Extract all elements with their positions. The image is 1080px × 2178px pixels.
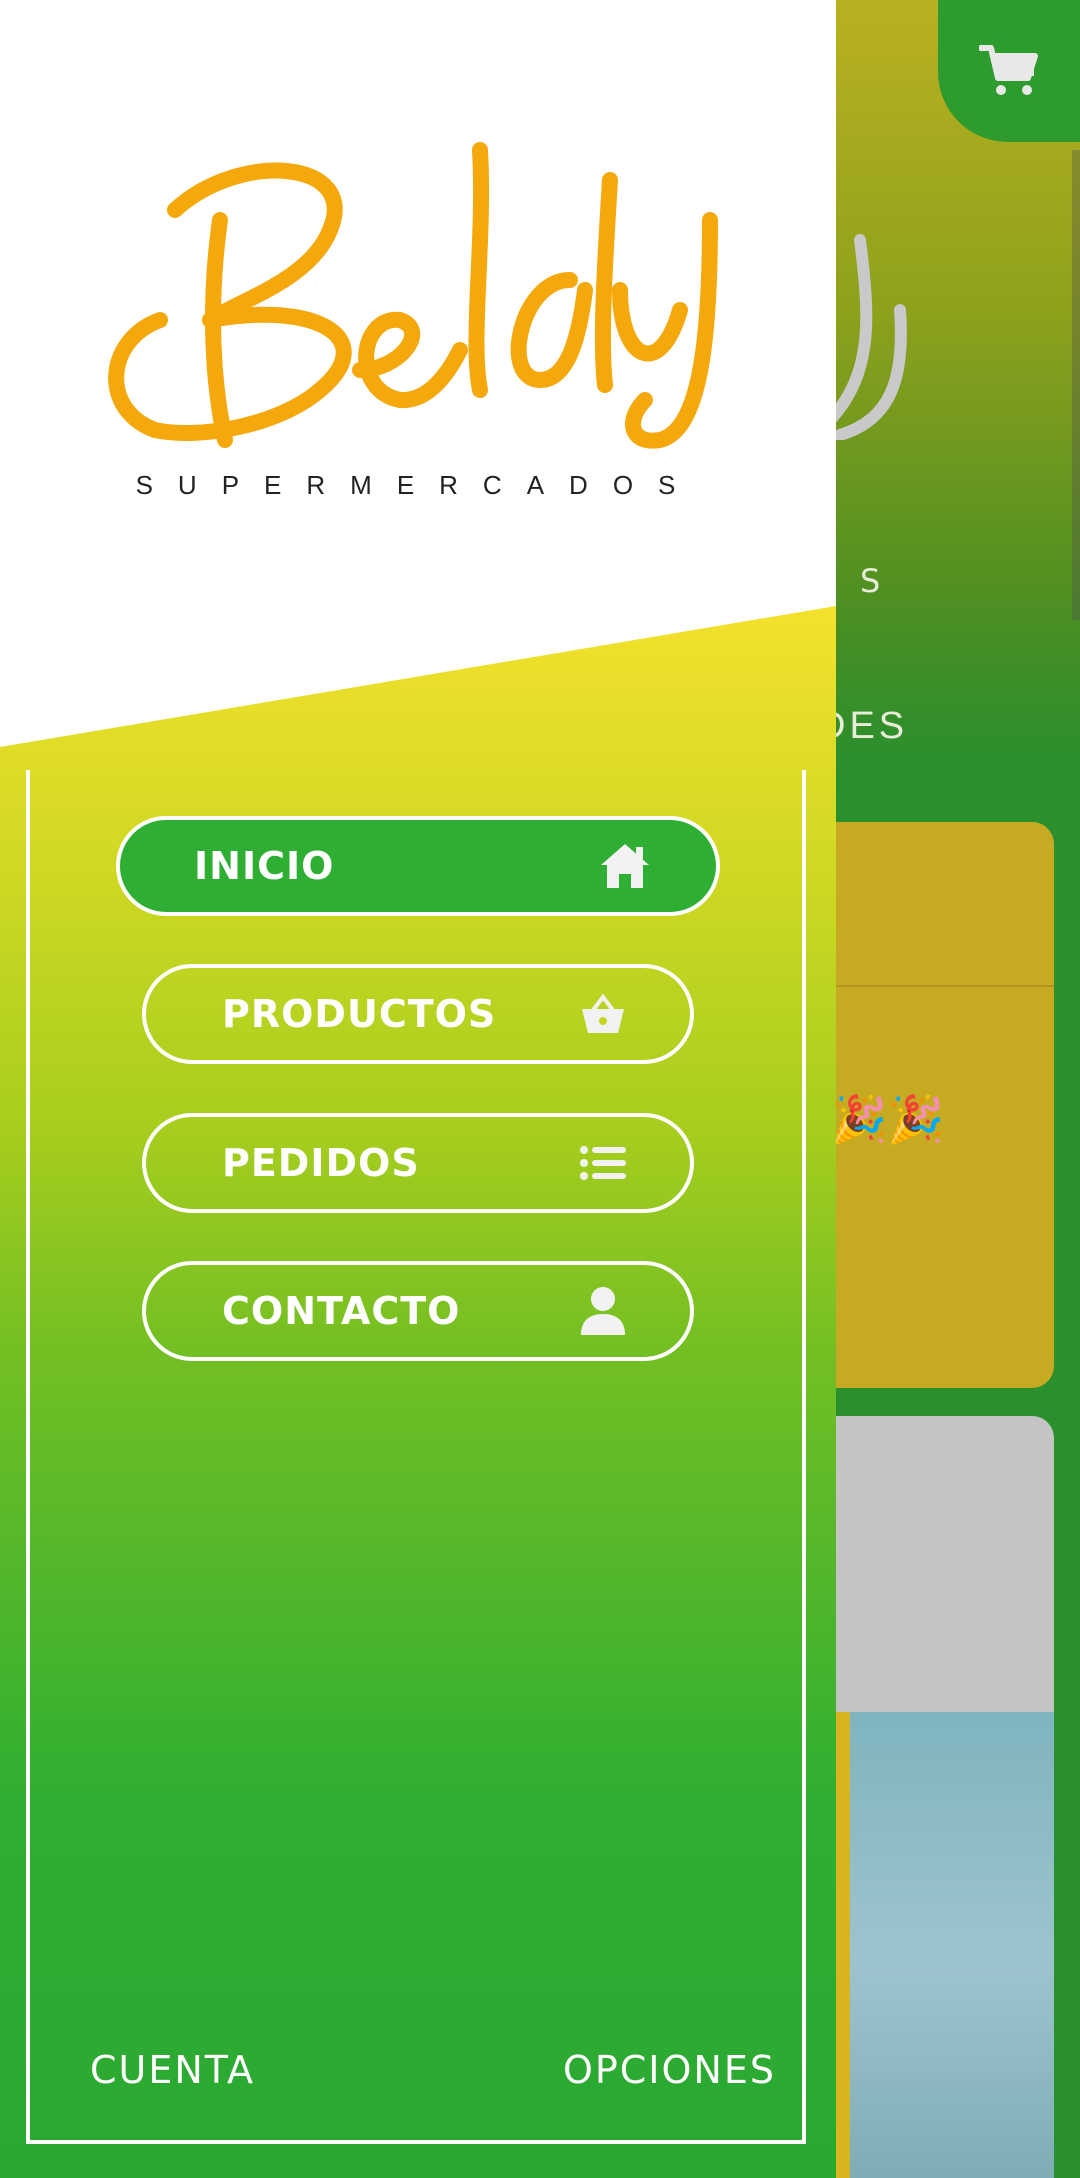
scrollbar[interactable] — [1072, 150, 1080, 620]
cart-icon — [979, 45, 1038, 95]
beldy-logo — [108, 142, 718, 449]
user-icon — [580, 1286, 626, 1336]
account-link[interactable]: CUENTA — [90, 2048, 255, 2092]
menu-item-productos[interactable]: PRODUCTOS — [142, 964, 694, 1064]
list-icon — [580, 1145, 626, 1181]
menu-item-label: PEDIDOS — [222, 1141, 420, 1185]
home-icon — [598, 841, 652, 891]
menu-item-inicio[interactable]: INICIO — [116, 816, 720, 916]
navigation-drawer: SUPERMERCADOS INICIO PRODUCTOS PEDIDOS C… — [0, 0, 836, 2178]
logo-subtitle: SUPERMERCADOS — [135, 470, 701, 500]
options-link[interactable]: OPCIONES — [563, 2048, 776, 2092]
party-emoji: 🎉🎉 — [830, 1092, 945, 1146]
menu-item-label: INICIO — [194, 844, 335, 888]
cart-button[interactable] — [938, 0, 1080, 142]
menu-item-label: PRODUCTOS — [222, 992, 497, 1036]
background-subtitle-fragment: S — [860, 562, 891, 600]
menu-item-pedidos[interactable]: PEDIDOS — [142, 1113, 694, 1213]
basket-icon — [580, 993, 626, 1035]
menu-item-contacto[interactable]: CONTACTO — [142, 1261, 694, 1361]
menu-item-label: CONTACTO — [222, 1289, 461, 1333]
